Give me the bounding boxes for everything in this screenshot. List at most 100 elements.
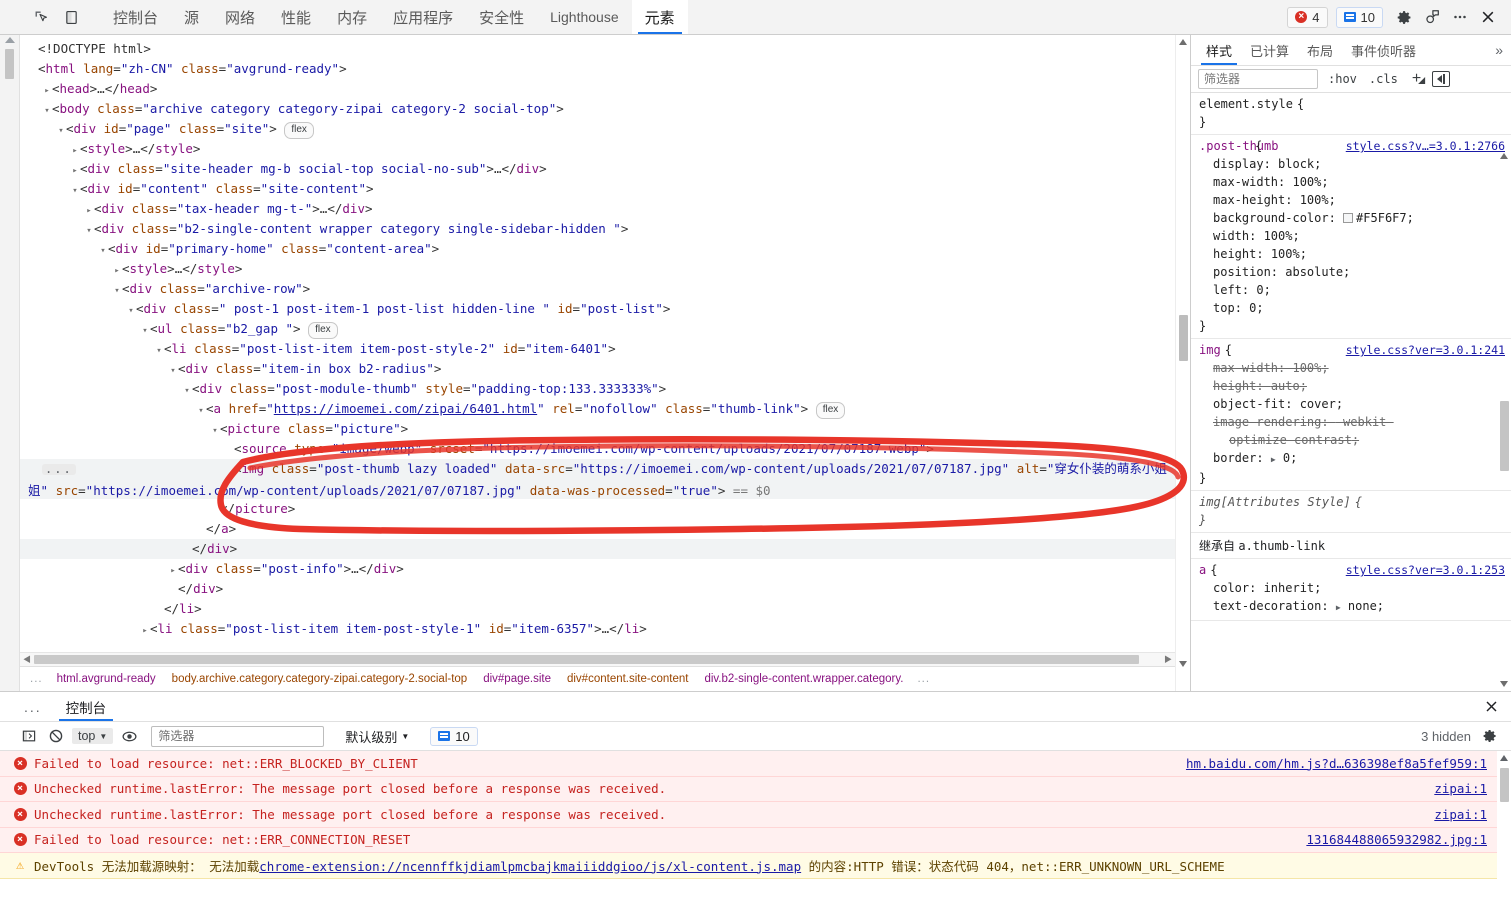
- dom-tree[interactable]: ▸<!DOCTYPE html> ▸<html lang="zh-CN" cla…: [20, 35, 1175, 652]
- style-rule-a-inherited[interactable]: a { style.css?ver=3.0.1:253 color: inheri…: [1191, 559, 1511, 621]
- breadcrumb-overflow-left[interactable]: ...: [24, 673, 49, 685]
- selector-a[interactable]: a: [1199, 561, 1206, 579]
- dom-scroll-thumb[interactable]: [1179, 315, 1188, 361]
- gear-icon[interactable]: [1391, 4, 1417, 30]
- hscroll-right-arrow-icon[interactable]: ▶: [1161, 653, 1175, 666]
- dom-node-source[interactable]: ▸<source type="image/webp" srcset="https…: [20, 439, 1175, 459]
- console-filter-input[interactable]: [151, 725, 325, 747]
- breadcrumb-item-body[interactable]: body.archive.category.category-zipai.cat…: [164, 673, 476, 685]
- dom-node-close-a[interactable]: ▸</a>: [20, 519, 1175, 539]
- console-message-error-4[interactable]: × Failed to load resource: net::ERR_CONN…: [0, 827, 1511, 853]
- breadcrumb-item-content[interactable]: div#content.site-content: [559, 673, 696, 685]
- selector-post-thumb[interactable]: .post-thumb: [1199, 137, 1278, 155]
- declaration-img-max-width[interactable]: max-width: 100%;: [1191, 359, 1511, 377]
- declaration-top[interactable]: top: 0;: [1191, 299, 1511, 317]
- declaration-a-color[interactable]: color: inherit;: [1191, 579, 1511, 597]
- dom-node-site-header[interactable]: ▸ <div class="site-header mg-b social-top…: [20, 159, 1175, 179]
- expand-shorthand-icon-2[interactable]: ▶: [1336, 599, 1341, 617]
- dom-node-a-thumb[interactable]: ▾ <a href="https://imoemei.com/zipai/6401…: [20, 399, 1175, 419]
- declaration-height[interactable]: height: 100%;: [1191, 245, 1511, 263]
- tab-security[interactable]: 安全性: [466, 0, 537, 34]
- declaration-left[interactable]: left: 0;: [1191, 281, 1511, 299]
- dom-node-primary-home[interactable]: ▾ <div id="primary-home" class="content-a…: [20, 239, 1175, 259]
- tab-styles[interactable]: 样式: [1197, 35, 1241, 65]
- hscroll-thumb[interactable]: [34, 655, 1139, 664]
- dom-node-style-2[interactable]: ▸ <style>…</style>: [20, 259, 1175, 279]
- style-rule-post-thumb[interactable]: .post-thumb style.css?v…=3.0.1:2766 { di…: [1191, 135, 1511, 339]
- dom-node-module-thumb[interactable]: ▾ <div class="post-module-thumb" style="p…: [20, 379, 1175, 399]
- console-message-source-1[interactable]: hm.baidu.com/hm.js?d…636398ef8a5fef959:1: [1186, 756, 1511, 771]
- dom-scroll-down-arrow-icon[interactable]: [1179, 661, 1187, 667]
- tab-sources[interactable]: 源: [171, 0, 212, 34]
- declaration-img-border[interactable]: border: ▶ 0;: [1191, 449, 1511, 469]
- clear-console-icon[interactable]: [45, 726, 67, 746]
- dom-node-li-6401[interactable]: ▾ <li class="post-list-item item-post-sty…: [20, 339, 1175, 359]
- declaration-a-text-decoration[interactable]: text-decoration: ▶ none;: [1191, 597, 1511, 617]
- dom-node-tax-header[interactable]: ▸ <div class="tax-header mg-t-">…</div>: [20, 199, 1175, 219]
- dom-node-style-1[interactable]: ▸ <style>…</style>: [20, 139, 1175, 159]
- color-swatch[interactable]: [1343, 213, 1354, 223]
- more-options-icon[interactable]: [1447, 4, 1473, 30]
- styles-scroll-thumb[interactable]: [1500, 401, 1509, 471]
- device-toolbar-icon[interactable]: [56, 3, 86, 31]
- tab-layout[interactable]: 布局: [1298, 35, 1342, 65]
- new-style-rule-button[interactable]: + ◢: [1404, 70, 1425, 88]
- console-sidebar-icon[interactable]: [18, 726, 40, 746]
- declaration-background-color[interactable]: background-color: #F5F6F7;: [1191, 209, 1511, 227]
- dom-node-post-list[interactable]: ▾ <div class=" post-1 post-item-1 post-li…: [20, 299, 1175, 319]
- dom-node-content[interactable]: ▾ <div id="content" class="site-content">: [20, 179, 1175, 199]
- dom-node-b2-single[interactable]: ▾ <div class="b2-single-content wrapper c…: [20, 219, 1175, 239]
- console-vertical-scrollbar[interactable]: [1497, 751, 1511, 900]
- declaration-max-width[interactable]: max-width: 100%;: [1191, 173, 1511, 191]
- console-message-source-4[interactable]: 131684488065932982.jpg:1: [1306, 832, 1511, 847]
- tab-lighthouse[interactable]: Lighthouse: [537, 0, 632, 34]
- console-scroll-up-arrow-icon[interactable]: [1500, 755, 1508, 761]
- drawer-tab-console[interactable]: 控制台: [56, 692, 117, 721]
- dom-node-body[interactable]: ▾ <body class="archive category category-…: [20, 99, 1175, 119]
- styles-rules-list[interactable]: element.style{ } .post-thumb style.css?v…: [1191, 93, 1511, 691]
- sidebar-more-tabs-icon[interactable]: »: [1487, 35, 1511, 65]
- toggle-class-button[interactable]: .cls: [1363, 70, 1404, 88]
- console-message-list[interactable]: × Failed to load resource: net::ERR_BLOC…: [0, 751, 1511, 900]
- flex-badge-ul[interactable]: flex: [308, 322, 338, 339]
- console-scroll-thumb[interactable]: [1500, 768, 1509, 802]
- tab-elements[interactable]: 元素: [631, 0, 688, 34]
- drawer-close-icon[interactable]: [1472, 692, 1511, 721]
- breadcrumb-overflow-right[interactable]: ...: [911, 673, 936, 685]
- dom-horizontal-scrollbar[interactable]: ◀ ▶: [20, 652, 1175, 666]
- dom-node-close-div-thumb[interactable]: ▸</div>: [20, 539, 1175, 559]
- dom-node-close-picture[interactable]: ▸</picture>: [20, 499, 1175, 519]
- dom-vertical-scrollbar[interactable]: [1175, 35, 1190, 691]
- live-expression-icon[interactable]: [118, 726, 140, 746]
- gutter-scroll-thumb[interactable]: [5, 49, 14, 79]
- style-rule-element-style[interactable]: element.style{ }: [1191, 93, 1511, 135]
- dom-node-close-div-itemin[interactable]: ▸</div>: [20, 579, 1175, 599]
- tab-event-listeners[interactable]: 事件侦听器: [1342, 35, 1425, 65]
- console-message-error-1[interactable]: × Failed to load resource: net::ERR_BLOC…: [0, 751, 1511, 777]
- console-settings-gear-icon[interactable]: [1479, 726, 1501, 746]
- dom-scroll-up-arrow-icon[interactable]: [1179, 39, 1187, 45]
- drawer-more-tabs-icon[interactable]: ...: [24, 692, 56, 721]
- tab-console[interactable]: 控制台: [100, 0, 171, 34]
- hscroll-left-arrow-icon[interactable]: ◀: [20, 653, 34, 666]
- declaration-position[interactable]: position: absolute;: [1191, 263, 1511, 281]
- dom-node-archive-row[interactable]: ▾ <div class="archive-row">: [20, 279, 1175, 299]
- left-gutter-scrollbar[interactable]: [0, 35, 20, 691]
- declaration-img-object-fit[interactable]: object-fit: cover;: [1191, 395, 1511, 413]
- declaration-display[interactable]: display: block;: [1191, 155, 1511, 173]
- console-message-error-3[interactable]: × Unchecked runtime.lastError: The messa…: [0, 802, 1511, 828]
- stylesheet-source-link-1[interactable]: style.css?v…=3.0.1:2766: [1338, 137, 1505, 155]
- selector-img-attributes[interactable]: img[Attributes Style]: [1199, 493, 1351, 511]
- stylesheet-source-link-3[interactable]: style.css?ver=3.0.1:253: [1338, 561, 1505, 579]
- style-rule-img[interactable]: img{ style.css?ver=3.0.1:241 max-width: …: [1191, 339, 1511, 491]
- console-message-warning-1[interactable]: ⚠ DevTools 无法加载源映射： 无法加载chrome-extension…: [0, 853, 1511, 879]
- close-icon[interactable]: [1475, 4, 1501, 30]
- dom-node-page-div[interactable]: ▾ <div id="page" class="site"> flex: [20, 119, 1175, 139]
- dom-node-li-6357[interactable]: ▸ <li class="post-list-item item-post-sty…: [20, 619, 1175, 639]
- warning-link[interactable]: chrome-extension://ncennffkjdiamlpmcbajk…: [259, 859, 801, 874]
- tab-memory[interactable]: 内存: [324, 0, 380, 34]
- dom-node-post-info[interactable]: ▸ <div class="post-info">…</div>: [20, 559, 1175, 579]
- declaration-img-height[interactable]: height: auto;: [1191, 377, 1511, 395]
- declaration-max-height[interactable]: max-height: 100%;: [1191, 191, 1511, 209]
- dom-node-doctype[interactable]: ▸<!DOCTYPE html>: [20, 39, 1175, 59]
